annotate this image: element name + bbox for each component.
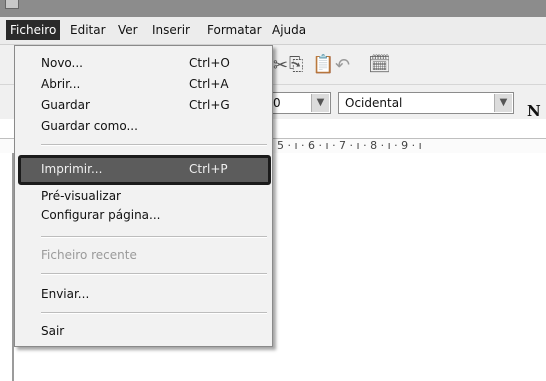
menu-editar[interactable]: Editar xyxy=(70,23,106,37)
menu-item-label: Guardar como... xyxy=(41,119,138,133)
menu-item-label: Abrir... xyxy=(41,77,81,91)
menu-item-shortcut: Ctrl+G xyxy=(189,98,230,112)
undo-icon[interactable]: ↶ xyxy=(335,55,350,76)
menu-separator xyxy=(41,312,267,314)
menu-bar: Ficheiro Editar Ver Inserir Formatar Aju… xyxy=(0,17,546,45)
menu-ver[interactable]: Ver xyxy=(118,23,138,37)
menu-item-label: Ficheiro recente xyxy=(41,248,137,262)
script-value: Ocidental xyxy=(345,96,403,110)
ruler-ticks: · 5 · ı · 6 · ı · 7 · ı · 8 · ı · 9 · ı xyxy=(270,139,422,152)
chevron-down-icon[interactable]: ▼ xyxy=(311,94,329,112)
menu-item-enviar[interactable]: Enviar... xyxy=(15,285,272,305)
menu-item-pre-visualizar[interactable]: Pré-visualizar xyxy=(15,187,272,207)
menu-item-label: Imprimir... xyxy=(41,162,103,176)
menu-item-label: Novo... xyxy=(41,56,83,70)
bold-button[interactable]: N xyxy=(527,102,541,120)
menu-item-label: Enviar... xyxy=(41,287,90,301)
menu-item-guardar-como[interactable]: Guardar como... xyxy=(15,117,272,137)
menu-formatar[interactable]: Formatar xyxy=(207,23,262,37)
menu-item-sair[interactable]: Sair xyxy=(15,322,272,342)
menu-separator xyxy=(41,236,267,238)
menu-inserir[interactable]: Inserir xyxy=(152,23,190,37)
menu-ficheiro[interactable]: Ficheiro xyxy=(6,20,61,40)
menu-item-guardar[interactable]: Guardar Ctrl+G xyxy=(15,96,272,116)
copy-icon[interactable]: ⎘ xyxy=(289,54,303,75)
menu-ajuda[interactable]: Ajuda xyxy=(272,23,306,37)
font-size-value: 0 xyxy=(273,96,281,110)
menu-separator xyxy=(41,273,267,275)
title-bar xyxy=(0,0,546,17)
insert-date-icon[interactable]: 🗓 xyxy=(368,54,391,75)
file-menu: Novo... Ctrl+O Abrir... Ctrl+A Guardar C… xyxy=(14,45,273,347)
paste-icon[interactable]: 📋 xyxy=(312,54,334,75)
menu-item-shortcut: Ctrl+P xyxy=(189,162,228,176)
menu-item-label: Guardar xyxy=(41,98,90,112)
menu-item-label: Pré-visualizar xyxy=(41,189,121,203)
script-select[interactable]: Ocidental ▼ xyxy=(338,92,514,114)
menu-item-abrir[interactable]: Abrir... Ctrl+A xyxy=(15,75,272,95)
font-size-select[interactable]: 0 ▼ xyxy=(266,92,331,114)
menu-item-shortcut: Ctrl+A xyxy=(189,77,229,91)
menu-item-configurar-pagina[interactable]: Configurar página... xyxy=(15,206,272,226)
menu-item-imprimir[interactable]: Imprimir... Ctrl+P xyxy=(18,155,271,185)
app-icon xyxy=(5,0,19,9)
menu-item-novo[interactable]: Novo... Ctrl+O xyxy=(15,54,272,74)
menu-separator xyxy=(41,144,267,146)
chevron-down-icon[interactable]: ▼ xyxy=(494,94,512,112)
menu-item-label: Configurar página... xyxy=(41,208,161,222)
menu-item-ficheiro-recente: Ficheiro recente xyxy=(15,246,272,266)
cut-icon[interactable]: ✂ xyxy=(273,55,288,76)
menu-item-label: Sair xyxy=(41,324,65,338)
menu-item-shortcut: Ctrl+O xyxy=(189,56,230,70)
